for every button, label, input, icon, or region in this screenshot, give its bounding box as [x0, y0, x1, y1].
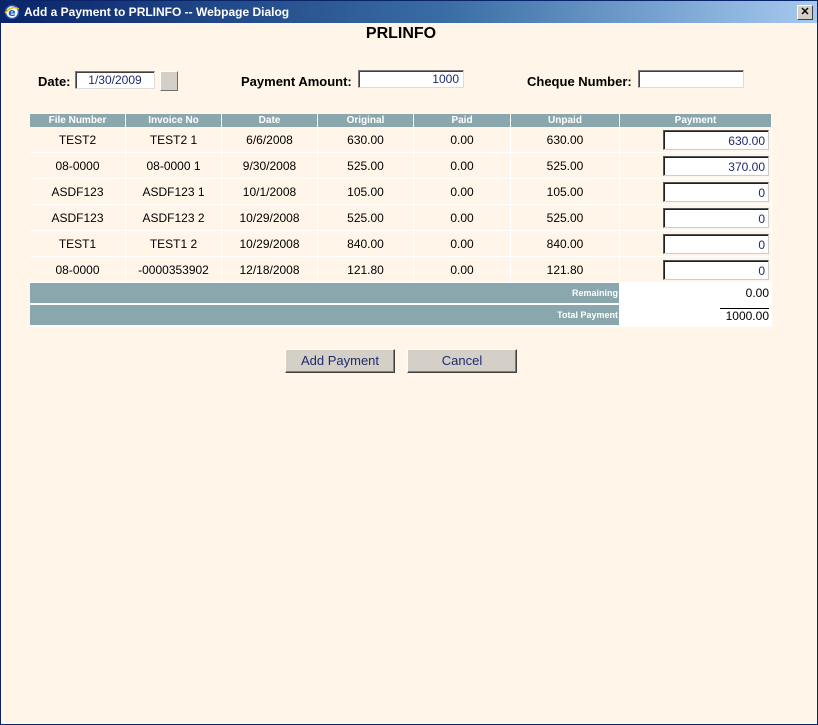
date-cell: 10/29/2008 — [222, 205, 318, 231]
invoice-table: File Number Invoice No Date Original Pai… — [30, 114, 772, 327]
invoice-no-cell: ASDF123 1 — [126, 179, 222, 205]
file-number-cell: TEST2 — [30, 127, 126, 153]
cheque-number-label: Cheque Number: — [527, 74, 632, 89]
payment-cell: 0 — [620, 179, 772, 205]
date-field[interactable]: 1/30/2009 — [75, 71, 155, 89]
column-header: Original — [318, 114, 414, 127]
window-title: Add a Payment to PRLINFO -- Webpage Dial… — [24, 5, 290, 19]
date-cell: 6/6/2008 — [222, 127, 318, 153]
payment-cell: 370.00 — [620, 153, 772, 179]
paid-cell: 0.00 — [414, 231, 511, 257]
payment-cell: 630.00 — [620, 127, 772, 153]
column-header: Unpaid — [511, 114, 620, 127]
close-icon[interactable]: ✕ — [797, 5, 813, 20]
dialog-window: e Add a Payment to PRLINFO -- Webpage Di… — [0, 0, 818, 725]
table-row: TEST2 TEST2 1 6/6/2008 630.00 0.00 630.0… — [30, 127, 772, 153]
original-cell: 840.00 — [318, 231, 414, 257]
title-bar[interactable]: e Add a Payment to PRLINFO -- Webpage Di… — [1, 1, 817, 23]
paid-cell: 0.00 — [414, 127, 511, 153]
payment-cell: 0 — [620, 257, 772, 283]
table-row: TEST1 TEST1 2 10/29/2008 840.00 0.00 840… — [30, 231, 772, 257]
unpaid-cell: 105.00 — [511, 179, 620, 205]
total-payment-value: 1000.00 — [719, 307, 769, 323]
column-header: File Number — [30, 114, 126, 127]
invoice-no-cell: 08-0000 1 — [126, 153, 222, 179]
original-cell: 525.00 — [318, 205, 414, 231]
date-label: Date: — [38, 74, 71, 89]
payment-input[interactable]: 0 — [663, 233, 769, 254]
date-cell: 12/18/2008 — [222, 257, 318, 283]
table-header-row: File Number Invoice No Date Original Pai… — [30, 114, 772, 127]
table-row: ASDF123 ASDF123 2 10/29/2008 525.00 0.00… — [30, 205, 772, 231]
remaining-value: 0.00 — [620, 283, 772, 305]
date-cell: 9/30/2008 — [222, 153, 318, 179]
payment-input[interactable]: 0 — [663, 259, 769, 280]
payment-cell: 0 — [620, 231, 772, 257]
table-row: 08-0000 08-0000 1 9/30/2008 525.00 0.00 … — [30, 153, 772, 179]
original-cell: 630.00 — [318, 127, 414, 153]
payment-cell: 0 — [620, 205, 772, 231]
payment-amount-label: Payment Amount: — [241, 74, 352, 89]
payment-input[interactable]: 370.00 — [663, 155, 769, 176]
remaining-label: Remaining — [30, 283, 620, 305]
calendar-button[interactable] — [160, 71, 178, 91]
file-number-cell: 08-0000 — [30, 153, 126, 179]
column-header: Payment — [620, 114, 772, 127]
page-title: PRLINFO — [365, 25, 437, 42]
file-number-cell: TEST1 — [30, 231, 126, 257]
invoice-no-cell: ASDF123 2 — [126, 205, 222, 231]
table-row: 08-0000 -0000353902 12/18/2008 121.80 0.… — [30, 257, 772, 283]
original-cell: 525.00 — [318, 153, 414, 179]
invoice-no-cell: -0000353902 — [126, 257, 222, 283]
ie-icon: e — [4, 4, 20, 20]
file-number-cell: 08-0000 — [30, 257, 126, 283]
column-header: Invoice No — [126, 114, 222, 127]
add-payment-button[interactable]: Add Payment — [285, 349, 395, 373]
unpaid-cell: 525.00 — [511, 153, 620, 179]
paid-cell: 0.00 — [414, 179, 511, 205]
total-payment-cell: 1000.00 — [620, 305, 772, 327]
payment-input[interactable]: 630.00 — [663, 129, 769, 150]
remaining-row: Remaining 0.00 — [30, 283, 772, 305]
dialog-content: PRLINFO Date: 1/30/2009 Payment Amount: … — [1, 23, 817, 724]
unpaid-cell: 840.00 — [511, 231, 620, 257]
invoice-no-cell: TEST1 2 — [126, 231, 222, 257]
column-header: Date — [222, 114, 318, 127]
payment-amount-field[interactable]: 1000 — [358, 70, 464, 88]
table-row: ASDF123 ASDF123 1 10/1/2008 105.00 0.00 … — [30, 179, 772, 205]
payment-input[interactable]: 0 — [663, 181, 769, 202]
date-cell: 10/1/2008 — [222, 179, 318, 205]
cheque-number-field[interactable] — [638, 70, 744, 88]
unpaid-cell: 525.00 — [511, 205, 620, 231]
total-payment-row: Total Payment 1000.00 — [30, 305, 772, 327]
payment-input[interactable]: 0 — [663, 207, 769, 228]
unpaid-cell: 121.80 — [511, 257, 620, 283]
unpaid-cell: 630.00 — [511, 127, 620, 153]
column-header: Paid — [414, 114, 511, 127]
file-number-cell: ASDF123 — [30, 179, 126, 205]
paid-cell: 0.00 — [414, 205, 511, 231]
file-number-cell: ASDF123 — [30, 205, 126, 231]
total-payment-label: Total Payment — [30, 305, 620, 327]
invoice-no-cell: TEST2 1 — [126, 127, 222, 153]
original-cell: 105.00 — [318, 179, 414, 205]
cancel-button[interactable]: Cancel — [407, 349, 517, 373]
paid-cell: 0.00 — [414, 257, 511, 283]
paid-cell: 0.00 — [414, 153, 511, 179]
date-cell: 10/29/2008 — [222, 231, 318, 257]
original-cell: 121.80 — [318, 257, 414, 283]
